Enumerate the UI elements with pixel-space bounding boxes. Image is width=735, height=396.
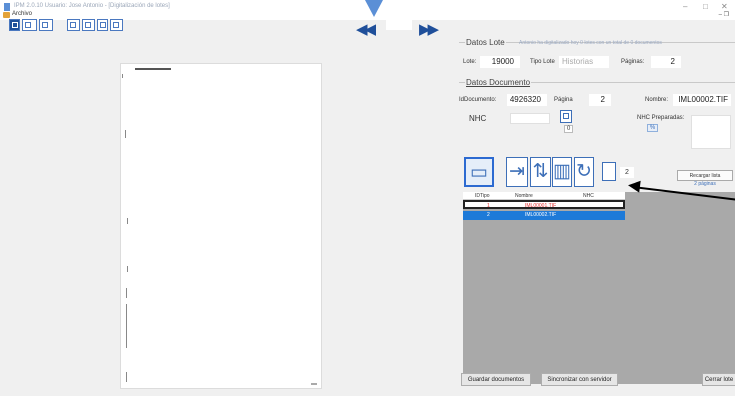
thumbnail-icon[interactable]	[110, 19, 123, 31]
doc-mark	[122, 74, 123, 78]
lote-group-title: Datos Lote	[465, 38, 506, 47]
paginas-label: Páginas:	[621, 59, 645, 65]
pagina-label: Página	[554, 97, 573, 103]
table-row[interactable]: 2 IML00002.TIF	[463, 211, 625, 220]
doc-footer-mark	[311, 383, 317, 385]
paginas-field[interactable]: 2	[651, 56, 681, 68]
doc-mark	[127, 218, 128, 224]
doc-mark	[126, 288, 127, 298]
page-number-box[interactable]	[386, 20, 412, 30]
col-nhc[interactable]: NHC	[583, 193, 594, 199]
import-icon: ⇥	[509, 161, 525, 182]
view-two-pages-icon[interactable]	[22, 19, 37, 31]
window-title: IPM 2.0.10 Usuario: Jose Antonio - [Digi…	[14, 3, 170, 9]
nombre-field[interactable]: IML00002.TIF	[673, 94, 731, 106]
menu-archivo[interactable]: Archivo	[12, 11, 32, 17]
quantity-stepper[interactable]: 0	[564, 125, 574, 133]
cell-nombre: IML00001.TIF	[525, 203, 557, 209]
grid-header: IDTipo Nombre NHC	[463, 192, 625, 200]
fit-page-icon[interactable]	[67, 19, 80, 31]
table-row[interactable]: 1 IML00001.TIF	[463, 200, 625, 209]
cell-nombre: IML00002.TIF	[525, 212, 557, 218]
doc-mark	[127, 266, 128, 272]
pointer-marker-icon	[365, 0, 383, 17]
cell-id: 2	[487, 212, 490, 218]
maximize-button[interactable]: □	[703, 2, 708, 11]
tipo-lote-label: Tipo Lote	[530, 59, 555, 65]
cerrar-lote-button[interactable]: Cerrar lote	[702, 373, 735, 386]
nav-previous-button[interactable]: ◀◀	[356, 20, 376, 38]
doc-mark	[126, 372, 127, 382]
tipo-lote-select[interactable]: Historias	[559, 56, 609, 68]
sort-arrows-icon: ⇅	[532, 161, 549, 182]
recargar-count: 2 páginas	[694, 181, 716, 187]
lote-field[interactable]: 19000	[480, 56, 520, 68]
save-icon[interactable]	[560, 110, 572, 123]
doc-header-mark	[135, 68, 171, 70]
page-icon	[602, 162, 616, 181]
reorder-button[interactable]: ⇅	[530, 157, 551, 187]
view-one-page-icon[interactable]	[9, 19, 20, 31]
doc-mark	[125, 130, 126, 138]
page-count: 2	[620, 167, 634, 178]
annotation-arrowhead-icon	[627, 179, 641, 193]
percent-button[interactable]: %	[647, 124, 658, 132]
rotate-button[interactable]: ↻	[574, 157, 594, 187]
col-nombre[interactable]: Nombre	[515, 193, 533, 199]
close-button[interactable]: ✕	[721, 2, 728, 11]
nhc-input[interactable]	[510, 113, 550, 124]
nav-next-button[interactable]: ▶▶	[419, 20, 439, 38]
view-grid-icon[interactable]	[39, 19, 53, 31]
lote-label: Lote:	[463, 59, 477, 65]
folder-icon	[3, 12, 10, 18]
nombre-label: Nombre:	[645, 97, 669, 103]
recargar-lista-button[interactable]: Recargar lista	[677, 170, 733, 181]
doc-mark	[126, 304, 127, 348]
import-button[interactable]: ⇥	[506, 157, 528, 187]
iddocumento-field[interactable]: 4926320	[507, 94, 547, 106]
lote-notice: Antonio ha digitalizado hoy 0 lotes con …	[519, 40, 662, 46]
mdi-window-controls[interactable]: – ❐	[719, 11, 729, 18]
iddocumento-label: IdDocumento:	[459, 97, 497, 103]
cell-id: 1	[487, 203, 490, 209]
nhc-label: NHC	[469, 114, 487, 123]
document-preview	[120, 63, 322, 389]
col-idtipo[interactable]: IDTipo	[475, 193, 490, 199]
guardar-documentos-button[interactable]: Guardar documentos	[461, 373, 531, 386]
rotate-icon: ↻	[576, 161, 592, 182]
minimize-button[interactable]: –	[683, 2, 687, 11]
nhc-preparadas-list[interactable]	[691, 115, 731, 149]
scan-button[interactable]: ▭	[464, 157, 494, 187]
app-icon	[4, 3, 10, 11]
fit-width-icon[interactable]	[82, 19, 95, 31]
documento-group-title: Datos Documento	[465, 78, 532, 87]
scanner-icon: ▭	[470, 162, 488, 183]
data-pane: Datos Lote Antonio ha digitalizado hoy 0…	[455, 20, 735, 396]
pagina-field[interactable]: 2	[589, 94, 611, 106]
nhc-preparadas-label: NHC Preparadas:	[637, 115, 685, 121]
documents-grid[interactable]: IDTipo Nombre NHC 1 IML00001.TIF ▶ 2 IML…	[463, 192, 735, 384]
single-page-icon[interactable]	[97, 19, 108, 31]
delete-button[interactable]: ▥	[552, 157, 572, 187]
sincronizar-button[interactable]: Sincronizar con servidor	[541, 373, 618, 386]
trash-icon: ▥	[553, 161, 571, 182]
